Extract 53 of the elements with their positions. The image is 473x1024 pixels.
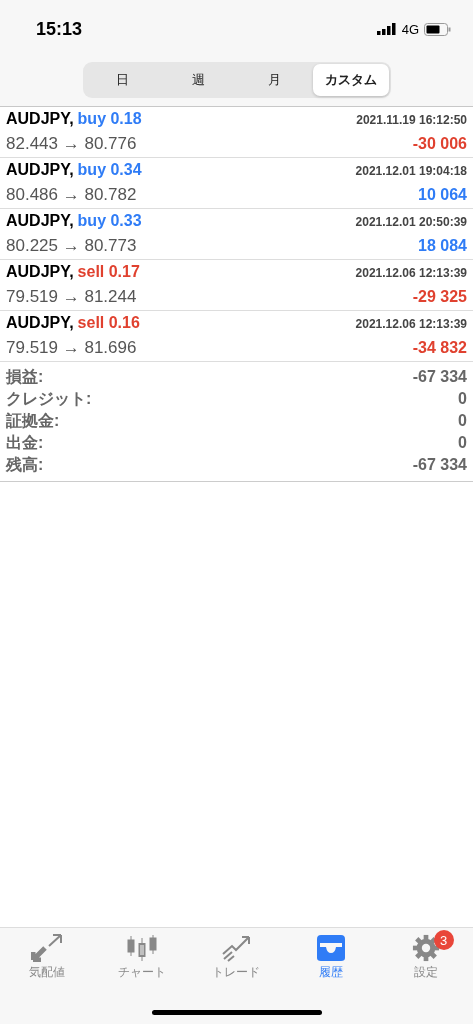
tab-bar-item[interactable]: トレード: [189, 934, 284, 980]
settings-icon: [410, 934, 441, 962]
period-tab[interactable]: 月: [236, 64, 313, 96]
summary-value: -67 334: [412, 368, 467, 386]
symbol-label: AUDJPY,: [6, 263, 74, 281]
profit-value: -34 832: [412, 339, 467, 357]
price-range: 80.486 → 80.782: [6, 185, 137, 205]
order-label: sell 0.17: [77, 263, 140, 281]
tab-bar-item[interactable]: チャート: [94, 934, 190, 980]
tab-bar-item[interactable]: 履歴: [283, 934, 379, 980]
summary-label: クレジット:: [6, 388, 92, 409]
deal-time: 2021.11.19 16:12:50: [356, 113, 467, 127]
symbol-label: AUDJPY,: [6, 161, 74, 179]
arrows-icon: [31, 934, 64, 962]
symbol-label: AUDJPY,: [6, 314, 74, 332]
summary-value: 0: [458, 434, 467, 452]
summary-label: 証拠金:: [6, 410, 60, 431]
deal-time: 2021.12.06 12:13:39: [355, 317, 467, 331]
candlestick-icon: [125, 934, 158, 962]
deal-time: 2021.12.06 12:13:39: [355, 266, 467, 280]
period-tab[interactable]: 週: [160, 64, 237, 96]
order-label: buy 0.34: [77, 161, 142, 179]
profit-value: 18 084: [418, 237, 467, 255]
order-label: buy 0.18: [77, 110, 142, 128]
period-tab[interactable]: カスタム: [312, 64, 389, 96]
status-time: 15:13: [36, 18, 83, 40]
price-range: 79.519 → 81.696: [6, 338, 137, 358]
inbox-tray-icon: [316, 934, 347, 962]
period-tab[interactable]: 日: [84, 64, 161, 96]
signal-icon: [376, 23, 397, 35]
price-range: 82.443 → 80.776: [6, 134, 137, 154]
profit-value: -30 006: [412, 135, 467, 153]
symbol-label: AUDJPY,: [6, 212, 74, 230]
summary-label: 損益:: [6, 366, 44, 387]
network-label: 4G: [401, 21, 419, 37]
price-range: 79.519 → 81.244: [6, 287, 137, 307]
symbol-label: AUDJPY,: [6, 110, 74, 128]
trend-arrow-icon: [220, 934, 253, 962]
deal-time: 2021.12.01 19:04:18: [355, 164, 467, 178]
price-range: 80.225 → 80.773: [6, 236, 137, 256]
battery-icon: [424, 22, 451, 36]
order-label: buy 0.33: [77, 212, 142, 230]
summary-label: 残高:: [6, 454, 44, 475]
deal-time: 2021.12.01 20:50:39: [355, 215, 467, 229]
summary-label: 出金:: [6, 432, 44, 453]
summary-value: -67 334: [412, 456, 467, 474]
notification-badge: 3: [433, 930, 454, 950]
summary-value: 0: [458, 412, 467, 430]
profit-value: 10 064: [418, 186, 467, 204]
tab-bar-item[interactable]: 気配値: [0, 934, 95, 980]
profit-value: -29 325: [412, 288, 467, 306]
order-label: sell 0.16: [77, 314, 140, 332]
summary-value: 0: [458, 390, 467, 408]
